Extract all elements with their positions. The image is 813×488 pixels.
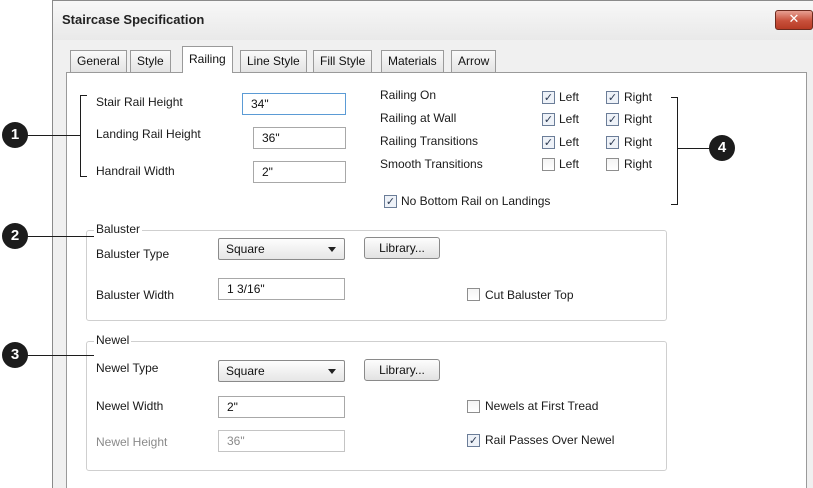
stair-rail-height-label: Stair Rail Height: [96, 95, 183, 109]
tab-general[interactable]: General: [70, 50, 127, 72]
railing-on-right-checkbox[interactable]: ✓: [606, 91, 619, 104]
chevron-down-icon: [328, 247, 336, 252]
railing-on-right-label: Right: [624, 90, 653, 104]
railing-transitions-label: Railing Transitions: [380, 134, 479, 148]
no-bottom-rail-label: No Bottom Rail on Landings: [401, 194, 551, 208]
newel-type-dropdown[interactable]: Square: [218, 360, 345, 382]
newel-type-value: Square: [226, 364, 265, 378]
baluster-type-dropdown[interactable]: Square: [218, 238, 345, 260]
tab-style[interactable]: Style: [130, 50, 171, 72]
rail-passes-over-newel-checkbox[interactable]: ✓: [467, 434, 480, 447]
callout-2-leader: [22, 236, 94, 237]
baluster-type-label: Baluster Type: [96, 247, 170, 261]
dialog-title: Staircase Specification: [62, 12, 205, 27]
tab-line-style[interactable]: Line Style: [240, 50, 307, 72]
landing-rail-height-field[interactable]: 36": [253, 127, 346, 149]
newels-at-first-tread-checkbox[interactable]: [467, 400, 480, 413]
tab-fill-style[interactable]: Fill Style: [313, 50, 373, 72]
railing-on-label: Railing On: [380, 88, 437, 102]
railing-at-wall-label: Railing at Wall: [380, 111, 457, 125]
callout-1-bracket: [80, 95, 81, 177]
baluster-library-button[interactable]: Library...: [364, 237, 440, 259]
railing-on-left-checkbox[interactable]: ✓: [542, 91, 555, 104]
tab-materials[interactable]: Materials: [381, 50, 444, 72]
no-bottom-rail-checkbox[interactable]: ✓: [384, 195, 397, 208]
newel-height-label: Newel Height: [96, 435, 168, 449]
stair-rail-height-field[interactable]: 34": [242, 93, 346, 115]
smooth-transitions-right-label: Right: [624, 157, 653, 171]
chevron-down-icon: [328, 369, 336, 374]
baluster-width-label: Baluster Width: [96, 288, 175, 302]
railing-at-wall-right-label: Right: [624, 112, 653, 126]
tab-railing[interactable]: Railing: [182, 46, 233, 73]
newel-width-label: Newel Width: [96, 399, 164, 413]
callout-1-leader: [22, 135, 80, 136]
baluster-width-field[interactable]: 1 3/16": [218, 278, 345, 300]
newel-library-button[interactable]: Library...: [364, 359, 440, 381]
railing-on-left-label: Left: [559, 90, 580, 104]
smooth-transitions-right-checkbox[interactable]: [606, 158, 619, 171]
handrail-width-field[interactable]: 2": [253, 161, 346, 183]
railing-transitions-right-label: Right: [624, 135, 653, 149]
callout-4-bracket-top: [671, 97, 678, 98]
handrail-width-label: Handrail Width: [96, 164, 175, 178]
close-button[interactable]: ✕: [775, 10, 813, 30]
callout-3-leader: [22, 355, 94, 356]
callout-4-leader: [677, 148, 711, 149]
landing-rail-height-label: Landing Rail Height: [96, 127, 201, 141]
smooth-transitions-label: Smooth Transitions: [380, 157, 483, 171]
smooth-transitions-left-checkbox[interactable]: [542, 158, 555, 171]
newel-type-label: Newel Type: [96, 361, 159, 375]
railing-at-wall-right-checkbox[interactable]: ✓: [606, 113, 619, 126]
callout-1-marker: 1: [2, 122, 28, 148]
callout-3-marker: 3: [2, 342, 28, 368]
newel-width-field[interactable]: 2": [218, 396, 345, 418]
newel-group-title: Newel: [94, 333, 132, 347]
railing-transitions-left-checkbox[interactable]: ✓: [542, 136, 555, 149]
callout-4-marker: 4: [709, 135, 735, 161]
callout-2-marker: 2: [2, 223, 28, 249]
railing-at-wall-left-checkbox[interactable]: ✓: [542, 113, 555, 126]
callout-4-bracket: [677, 97, 678, 205]
baluster-type-value: Square: [226, 242, 265, 256]
tab-arrow[interactable]: Arrow: [451, 50, 497, 72]
newel-height-field[interactable]: 36": [218, 430, 345, 452]
cut-baluster-top-label: Cut Baluster Top: [485, 288, 574, 302]
callout-1-bracket-bottom: [80, 176, 87, 177]
callout-4-bracket-bottom: [671, 204, 678, 205]
railing-transitions-left-label: Left: [559, 135, 580, 149]
callout-1-bracket-top: [80, 95, 87, 96]
railing-transitions-right-checkbox[interactable]: ✓: [606, 136, 619, 149]
railing-at-wall-left-label: Left: [559, 112, 580, 126]
baluster-group-title: Baluster: [94, 222, 143, 236]
smooth-transitions-left-label: Left: [559, 157, 580, 171]
rail-passes-over-newel-label: Rail Passes Over Newel: [485, 433, 615, 447]
newels-at-first-tread-label: Newels at First Tread: [485, 399, 599, 413]
cut-baluster-top-checkbox[interactable]: [467, 288, 480, 301]
